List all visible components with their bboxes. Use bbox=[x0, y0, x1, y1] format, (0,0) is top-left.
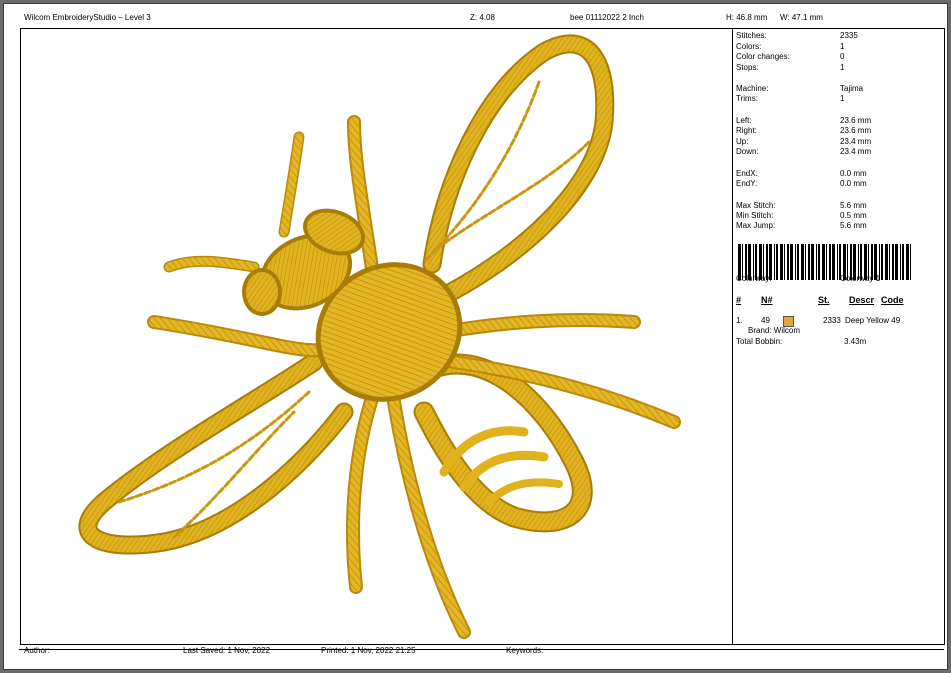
app-title: Wilcom EmbroideryStudio – Level 3 bbox=[24, 13, 151, 22]
frame-right-border bbox=[944, 28, 945, 644]
stat-label-color-changes: Color changes: bbox=[736, 52, 790, 61]
stat-label-down: Down: bbox=[736, 147, 759, 156]
stat-label-stitches: Stitches: bbox=[736, 31, 767, 40]
stat-label-max-jump: Max Jump: bbox=[736, 221, 776, 230]
stat-value-max-stitch: 5.6 mm bbox=[840, 201, 867, 210]
stat-value-down: 23.4 mm bbox=[840, 147, 872, 156]
color-row-description: Deep Yellow 49 bbox=[845, 316, 901, 325]
color-row-index: 1. bbox=[736, 316, 743, 325]
stat-label-right: Right: bbox=[736, 126, 757, 135]
color-row-brand: Brand: Wilcom bbox=[748, 326, 801, 335]
stat-value-color-changes: 0 bbox=[840, 52, 845, 61]
stat-label-min-stitch: Min Stitch: bbox=[736, 211, 774, 220]
stat-value-endx: 0.0 mm bbox=[840, 169, 867, 178]
stat-label-max-stitch: Max Stitch: bbox=[736, 201, 776, 210]
panel-divider bbox=[732, 28, 733, 644]
total-bobbin-value: 3.43m bbox=[844, 337, 867, 346]
footer-printed: Printed: 1 Nov, 2022 21:25 bbox=[321, 646, 416, 655]
stat-value-max-jump: 5.6 mm bbox=[840, 221, 867, 230]
stat-value-min-stitch: 0.5 mm bbox=[840, 211, 867, 220]
stat-value-right: 23.6 mm bbox=[840, 126, 872, 135]
col-header-n: N# bbox=[761, 295, 773, 305]
stat-label-endy: EndY: bbox=[736, 179, 758, 188]
stat-value-stops: 1 bbox=[840, 63, 845, 72]
stat-value-endy: 0.0 mm bbox=[840, 179, 867, 188]
design-height: H: 46.8 mm bbox=[726, 13, 768, 22]
design-width: W: 47.1 mm bbox=[780, 13, 823, 22]
footer-author: Author: bbox=[24, 646, 50, 655]
print-preview-sheet: Wilcom EmbroideryStudio – Level 3 Z: 4.0… bbox=[4, 4, 947, 669]
colorway-label: Colorway: bbox=[736, 274, 772, 283]
footer-separator bbox=[19, 649, 944, 650]
stat-label-up: Up: bbox=[736, 137, 749, 146]
zoom-readout: Z: 4.08 bbox=[470, 13, 495, 22]
frame-top-border bbox=[20, 28, 945, 29]
stat-value-left: 23.6 mm bbox=[840, 116, 872, 125]
stat-label-colors: Colors: bbox=[736, 42, 762, 51]
col-header-num: # bbox=[736, 295, 742, 305]
stat-label-endx: EndX: bbox=[736, 169, 758, 178]
bee-embroidery-artwork bbox=[78, 34, 681, 639]
stat-label-machine: Machine: bbox=[736, 84, 769, 93]
stat-value-up: 23.4 mm bbox=[840, 137, 872, 146]
col-header-code: Code bbox=[881, 295, 904, 305]
design-filename: bee 01112022 2 Inch bbox=[570, 13, 644, 22]
stat-label-trims: Trims: bbox=[736, 94, 758, 103]
color-row-stitches: 2333 bbox=[823, 316, 841, 325]
footer-keywords: Keywords: bbox=[506, 646, 544, 655]
stat-value-machine: Tajima bbox=[840, 84, 864, 93]
col-header-st: St. bbox=[818, 295, 830, 305]
frame-left-border bbox=[20, 28, 21, 644]
color-row-n: 49 bbox=[761, 316, 770, 325]
total-bobbin-label: Total Bobbin: bbox=[736, 337, 783, 346]
stat-label-left: Left: bbox=[736, 116, 752, 125]
colorway-value: Colorway 1 bbox=[840, 274, 881, 283]
stat-value-trims: 1 bbox=[840, 94, 845, 103]
footer-last-saved: Last Saved: 1 Nov, 2022 bbox=[183, 646, 271, 655]
frame-bottom-border bbox=[20, 644, 945, 645]
stat-value-stitches: 2335 bbox=[840, 31, 858, 40]
stat-label-stops: Stops: bbox=[736, 63, 759, 72]
col-header-descr: Descr bbox=[849, 295, 875, 305]
stat-value-colors: 1 bbox=[840, 42, 845, 51]
